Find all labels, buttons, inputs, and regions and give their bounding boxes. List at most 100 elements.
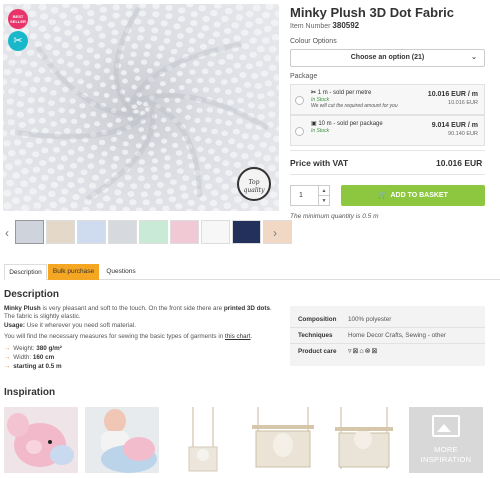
- spec-key: Product care: [298, 348, 337, 355]
- package-subtotal: 90.140 EUR: [448, 131, 478, 137]
- package-option-1m[interactable]: ✂ 1 m - sold per metre In Stock We will …: [290, 84, 485, 115]
- product-title: Minky Plush 3D Dot Fabric: [290, 5, 454, 20]
- package-price: 10.016 EUR / m: [427, 91, 478, 98]
- spec-key: Techniques: [298, 332, 333, 339]
- thumb-prev-arrow-icon[interactable]: ‹: [2, 226, 12, 240]
- bullet-value: 160 cm: [32, 354, 55, 361]
- scissors-icon: ✂: [311, 90, 317, 96]
- more-inspiration-button[interactable]: MORE INSPIRATION: [409, 407, 483, 473]
- desc-bold: printed 3D dots: [223, 305, 271, 312]
- thumbnail-8[interactable]: [232, 220, 261, 244]
- swing-image: [188, 407, 218, 472]
- cut-note: We will cut the required amount for you: [311, 103, 398, 109]
- swing-image: [252, 407, 314, 468]
- bullet-label: Width:: [13, 354, 33, 361]
- plush-toy-image: [4, 407, 78, 473]
- add-to-basket-label: ADD TO BASKET: [390, 192, 448, 199]
- chevron-down-icon: ⌄: [471, 54, 477, 61]
- usage-label: Usage:: [4, 322, 25, 329]
- inspiration-image-swing-2[interactable]: [246, 407, 320, 473]
- bullet-width: → Width: 160 cm: [4, 354, 54, 361]
- package-name-text: 1 m - sold per metre: [317, 90, 372, 96]
- usage-value: Use it wherever you need soft material.: [25, 322, 136, 329]
- spec-value: 100% polyester: [348, 316, 392, 323]
- colour-select-value: Choose an option (21): [350, 54, 425, 61]
- thumbnail-1[interactable]: [15, 220, 44, 244]
- no-tumble-dry-icon: ⊠: [371, 348, 379, 355]
- inspiration-image-baby[interactable]: [85, 407, 159, 473]
- package-radio[interactable]: [295, 96, 304, 105]
- desc-bold: Minky Plush: [4, 305, 41, 312]
- package-name: ▣ 10 m - sold per package: [311, 120, 383, 127]
- bullet-weight: → Weight: 380 g/m²: [4, 345, 62, 352]
- package-name-text: 10 m - sold per package: [318, 121, 383, 127]
- quantity-input[interactable]: 1: [299, 192, 303, 199]
- price-label: Price with VAT: [290, 158, 349, 168]
- scissors-icon: ✂: [8, 31, 28, 51]
- arrow-icon: →: [4, 363, 11, 370]
- more-inspiration-label: MORE INSPIRATION: [409, 445, 483, 465]
- spec-value: Home Decor Crafts, Sewing - other: [348, 332, 446, 339]
- decrement-icon[interactable]: ▼: [318, 196, 329, 206]
- spec-row-composition: Composition 100% polyester: [290, 312, 485, 328]
- tab-description[interactable]: Description: [4, 264, 47, 280]
- chart-text-pre: You will find the necessary measures for…: [4, 333, 225, 340]
- spec-table: Composition 100% polyester Techniques Ho…: [290, 306, 485, 366]
- inspiration-image-plush-toy[interactable]: [4, 407, 78, 473]
- divider: [290, 174, 485, 175]
- tab-questions[interactable]: Questions: [101, 264, 141, 280]
- item-number-label: Item Number: [290, 23, 331, 30]
- thumb-next-arrow-icon[interactable]: ›: [270, 226, 280, 240]
- spec-key: Composition: [298, 316, 337, 323]
- bullet-minimum: → starting at 0.5 m: [4, 363, 62, 370]
- package-label: Package: [290, 73, 318, 80]
- size-chart-link[interactable]: this chart: [225, 333, 251, 340]
- increment-icon[interactable]: ▲: [318, 186, 329, 196]
- inspiration-heading: Inspiration: [4, 387, 56, 398]
- seal-text: Top quality: [243, 179, 265, 194]
- item-number-value: 380592: [332, 21, 360, 30]
- description-heading: Description: [4, 289, 60, 300]
- product-main-image[interactable]: BEST SELLER ✂ Top quality: [3, 4, 279, 211]
- thumbnail-strip: ‹ ›: [2, 220, 292, 246]
- arrow-icon: →: [4, 345, 11, 352]
- swing-image: [335, 407, 393, 469]
- cart-icon: 🛒: [378, 192, 387, 199]
- more-line-1: MORE: [434, 445, 458, 454]
- thumbnail-2[interactable]: [46, 220, 75, 244]
- best-seller-text: BEST SELLER: [10, 14, 26, 24]
- desc-text: is very pleasant and soft to the touch. …: [40, 305, 224, 312]
- stock-status: In Stock: [311, 128, 330, 134]
- chart-text-post: .: [250, 333, 253, 340]
- tab-bulk-purchase[interactable]: Bulk purchase: [48, 264, 99, 280]
- item-number: Item Number 380592: [290, 21, 359, 30]
- baby-photo-image: [85, 407, 159, 473]
- usage-text: Usage: Use it wherever you need soft mat…: [4, 322, 274, 330]
- inspiration-image-swing-1[interactable]: [165, 407, 239, 473]
- colour-select[interactable]: Choose an option (21) ⌄: [290, 49, 485, 67]
- thumbnail-7[interactable]: [201, 220, 230, 244]
- package-radio[interactable]: [295, 127, 304, 136]
- colour-options-label: Colour Options: [290, 38, 337, 45]
- price-value: 10.016 EUR: [436, 158, 483, 168]
- thumbnail-4[interactable]: [108, 220, 137, 244]
- thumbnail-5[interactable]: [139, 220, 168, 244]
- bullet-value: 380 g/m²: [36, 345, 62, 352]
- package-price: 9.014 EUR / m: [431, 122, 478, 129]
- inspiration-image-swing-3[interactable]: [327, 407, 401, 473]
- package-option-10m[interactable]: ▣ 10 m - sold per package In Stock 9.014…: [290, 115, 485, 146]
- spec-row-care: Product care ▿⊠⌂⊗⊠: [290, 344, 485, 360]
- add-to-basket-button[interactable]: 🛒 ADD TO BASKET: [341, 185, 485, 206]
- bullet-value: starting at 0.5 m: [13, 363, 62, 370]
- thumbnail-3[interactable]: [77, 220, 106, 244]
- gallery-icon: [432, 415, 460, 437]
- thumbnail-6[interactable]: [170, 220, 199, 244]
- product-tabs: Description Bulk purchase Questions: [4, 264, 500, 280]
- package-name: ✂ 1 m - sold per metre: [311, 89, 371, 96]
- chart-text: You will find the necessary measures for…: [4, 333, 274, 341]
- divider: [290, 150, 485, 151]
- care-icons: ▿⊠⌂⊗⊠: [348, 347, 378, 355]
- no-dry-clean-icon: ⊗: [364, 348, 372, 355]
- quantity-stepper[interactable]: 1 ▲ ▼: [290, 185, 330, 206]
- spec-row-techniques: Techniques Home Decor Crafts, Sewing - o…: [290, 328, 485, 344]
